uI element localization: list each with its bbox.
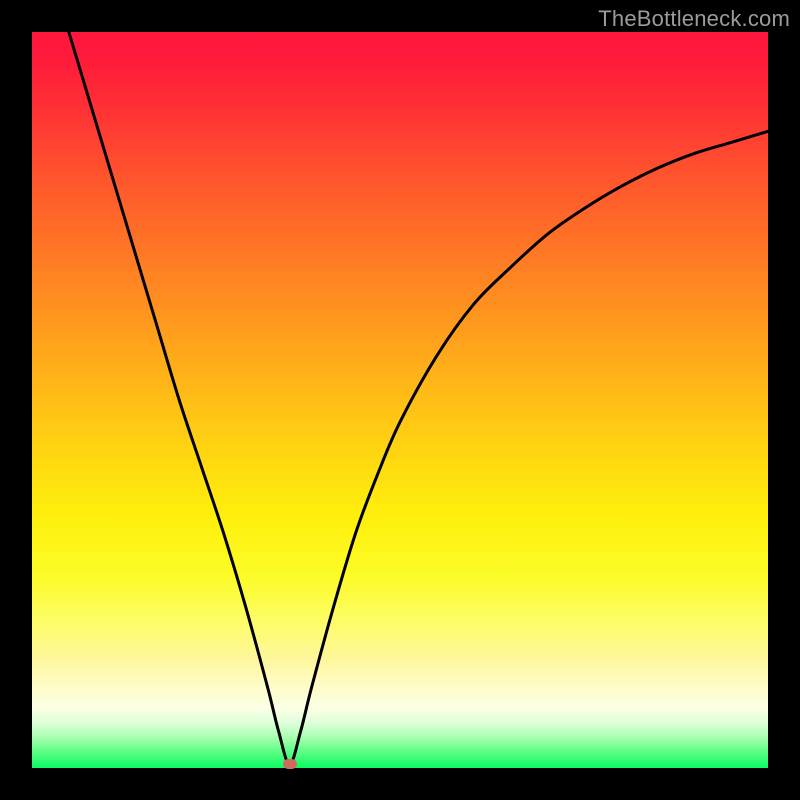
optimal-point-marker	[283, 759, 297, 769]
chart-frame: TheBottleneck.com	[0, 0, 800, 800]
gradient-plot-area	[32, 32, 768, 768]
watermark-text: TheBottleneck.com	[598, 6, 790, 32]
